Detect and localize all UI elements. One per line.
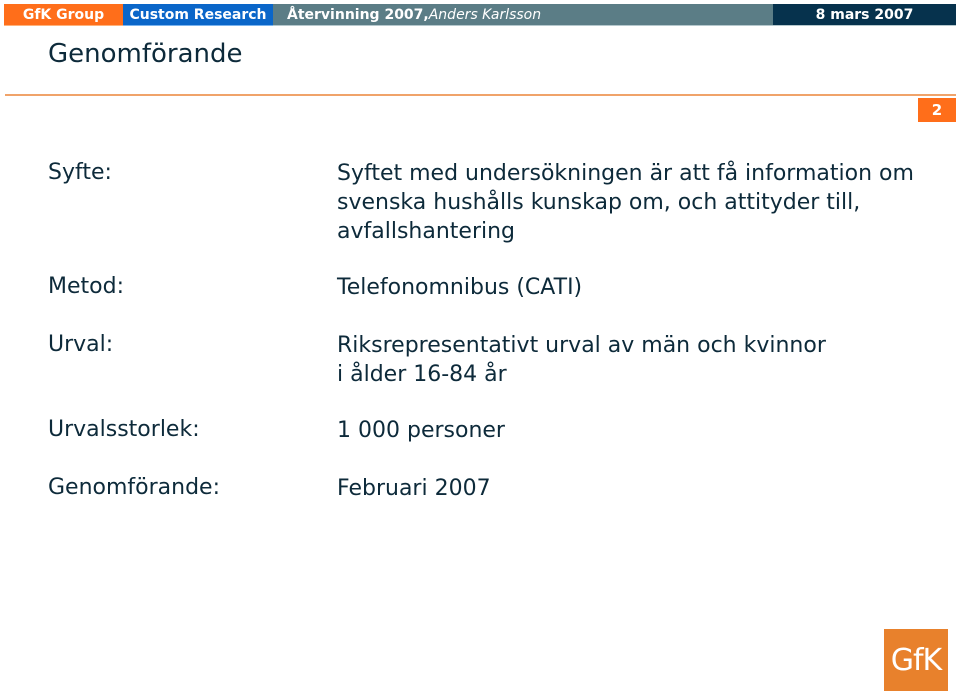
header-underline: [4, 25, 956, 26]
value-urvalsstorlek: 1 000 personer: [337, 418, 505, 443]
page-title: Genomförande: [48, 39, 243, 69]
value-syfte: Syftet med undersökningen är att få info…: [337, 161, 914, 244]
value-genomforande: Februari 2007: [337, 476, 491, 501]
label-genomforande: Genomförande:: [48, 475, 221, 500]
value-metod: Telefonomnibus (CATI): [337, 275, 583, 300]
division-label: Custom Research: [123, 4, 273, 25]
group-label: GfK Group: [4, 4, 123, 25]
page-number: 2: [918, 98, 956, 122]
value-urval: Riksrepresentativt urval av män och kvin…: [337, 333, 826, 387]
label-urvalsstorlek: Urvalsstorlek:: [48, 417, 200, 442]
gfk-logo: GfK: [884, 629, 948, 691]
presentation-title: Återvinning 2007, Anders Karlsson: [273, 4, 773, 25]
header-bar: GfK Group Custom Research Återvinning 20…: [4, 4, 956, 25]
label-metod: Metod:: [48, 274, 124, 299]
author-name: Anders Karlsson: [428, 6, 542, 23]
presentation-date: 8 mars 2007: [773, 4, 956, 25]
presentation-title-text: Återvinning 2007,: [287, 6, 429, 23]
title-divider: [5, 94, 956, 96]
label-urval: Urval:: [48, 332, 114, 357]
label-syfte: Syfte:: [48, 160, 112, 185]
